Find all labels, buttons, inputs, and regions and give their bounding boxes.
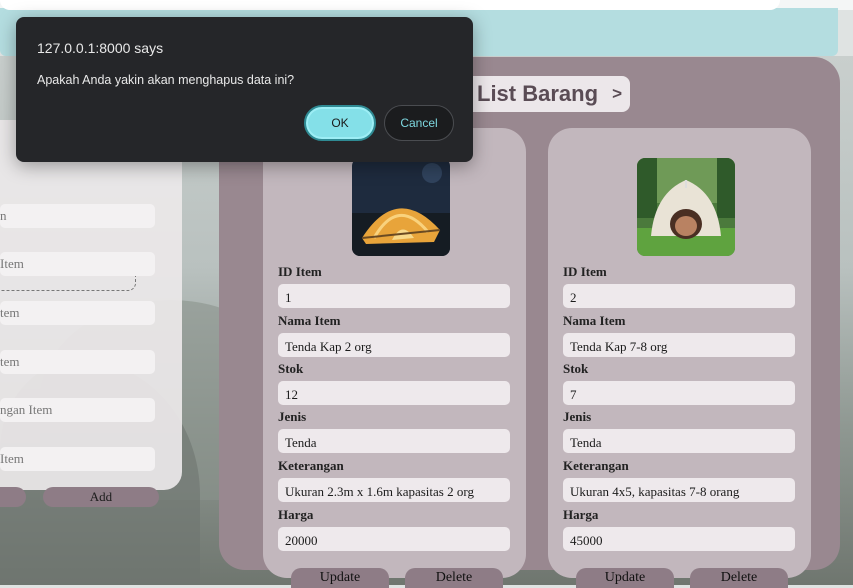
form-field-stok[interactable]: tem	[0, 301, 155, 325]
label-id: ID Item	[278, 264, 322, 279]
dialog-origin: 127.0.0.1:8000 says	[37, 40, 164, 56]
confirm-dialog: 127.0.0.1:8000 says Apakah Anda yakin ak…	[16, 17, 473, 162]
form-field-keterangan[interactable]: ngan Item	[0, 398, 155, 422]
value-nama: Tenda Kap 2 org	[278, 333, 510, 357]
tent-bell-image	[637, 158, 735, 256]
update-button[interactable]: Update	[291, 568, 389, 588]
value-id: 1	[278, 284, 510, 308]
chevron-right-icon[interactable]: >	[612, 76, 622, 112]
list-title-text: List Barang	[477, 81, 599, 106]
value-stok: 12	[278, 381, 510, 405]
item-image	[352, 158, 450, 256]
item-card: ID Item 1 Nama Item Tenda Kap 2 org Stok…	[263, 128, 526, 578]
label-stok: Stok	[278, 361, 304, 376]
form-field-nama[interactable]: Item	[0, 252, 155, 276]
add-item-form: n Item tem tem ngan Item Item	[0, 120, 182, 490]
list-title: List Barang >	[468, 76, 630, 112]
label-stok: Stok	[563, 361, 589, 376]
label-id: ID Item	[563, 264, 607, 279]
value-harga: 45000	[563, 527, 795, 551]
label-jenis: Jenis	[563, 409, 592, 424]
value-stok: 7	[563, 381, 795, 405]
form-field-id[interactable]: n	[0, 204, 155, 228]
value-harga: 20000	[278, 527, 510, 551]
label-nama: Nama Item	[563, 313, 626, 328]
cancel-button[interactable]: Cancel	[384, 105, 454, 141]
label-keterangan: Keterangan	[563, 458, 629, 473]
form-field-jenis[interactable]: tem	[0, 350, 155, 374]
label-nama: Nama Item	[278, 313, 341, 328]
value-jenis: Tenda	[278, 429, 510, 453]
update-button[interactable]: Update	[576, 568, 674, 588]
value-id: 2	[563, 284, 795, 308]
value-nama: Tenda Kap 7-8 org	[563, 333, 795, 357]
reset-button[interactable]	[0, 487, 26, 507]
header-white-bar	[0, 0, 780, 10]
delete-button[interactable]: Delete	[690, 568, 788, 588]
label-jenis: Jenis	[278, 409, 307, 424]
form-field-harga[interactable]: Item	[0, 447, 155, 471]
label-harga: Harga	[278, 507, 314, 522]
dialog-message: Apakah Anda yakin akan menghapus data in…	[37, 73, 295, 87]
label-harga: Harga	[563, 507, 599, 522]
value-jenis: Tenda	[563, 429, 795, 453]
value-keterangan: Ukuran 4x5, kapasitas 7-8 orang	[563, 478, 795, 502]
value-keterangan: Ukuran 2.3m x 1.6m kapasitas 2 org	[278, 478, 510, 502]
ok-button[interactable]: OK	[304, 105, 376, 141]
label-keterangan: Keterangan	[278, 458, 344, 473]
item-image	[637, 158, 735, 256]
tent-dome-image	[352, 158, 450, 256]
delete-button[interactable]: Delete	[405, 568, 503, 588]
item-card: ID Item 2 Nama Item Tenda Kap 7-8 org St…	[548, 128, 811, 578]
add-button[interactable]: Add	[43, 487, 159, 507]
